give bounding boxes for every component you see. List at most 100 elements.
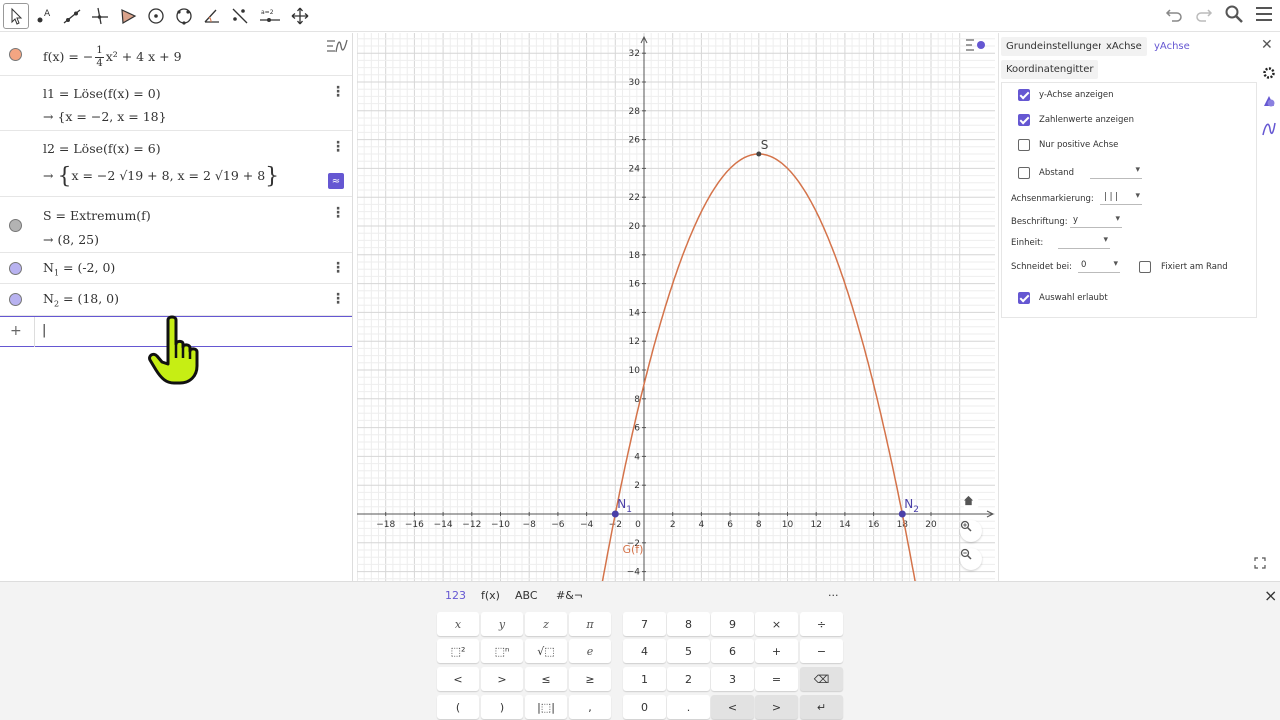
algebra-row-s[interactable]: S = Extremum(f) → (8, 25) ⋮ [0, 197, 352, 253]
key-left-3-0[interactable]: ( [437, 695, 479, 719]
keyboard-tab-symbols[interactable]: #&¬ [556, 589, 583, 602]
visibility-toggle-n2[interactable] [9, 293, 22, 306]
key-right-1-1[interactable]: 5 [667, 639, 710, 663]
key-right-1-0[interactable]: 4 [623, 639, 666, 663]
algebra-view-menu-icon[interactable] [326, 38, 348, 58]
key-left-1-2[interactable]: √⬚ [525, 639, 567, 663]
menu-icon[interactable] [1254, 4, 1274, 28]
crosses-input[interactable]: 0 [1078, 259, 1120, 273]
line-tool-icon[interactable] [59, 3, 85, 29]
solve-l1-expression[interactable]: l1 = Löse(f(x) = 0) [43, 86, 161, 101]
key-right-2-2[interactable]: 3 [711, 667, 754, 691]
point-tool-icon[interactable]: A [31, 3, 57, 29]
reflect-tool-icon[interactable] [227, 3, 253, 29]
key-right-3-2[interactable]: < [711, 695, 754, 719]
circle-tool-icon[interactable] [143, 3, 169, 29]
key-left-0-0[interactable]: x [437, 612, 479, 636]
keyboard-tab-abc[interactable]: ABC [515, 589, 538, 602]
key-right-1-4[interactable]: − [800, 639, 843, 663]
unit-select[interactable] [1058, 235, 1110, 249]
perpendicular-tool-icon[interactable] [87, 3, 113, 29]
numeric-toggle-button[interactable]: ≈ [328, 173, 344, 189]
keyboard-more-icon[interactable]: ··· [828, 589, 839, 602]
search-icon[interactable] [1224, 4, 1244, 28]
point-n1-expression[interactable]: N1 = (-2, 0) [43, 260, 115, 278]
undo-icon[interactable] [1164, 4, 1184, 28]
gear-icon[interactable] [1261, 65, 1277, 81]
function-f-expression[interactable]: f(x) = −1 4 x² + 4 x + 9 [43, 45, 182, 70]
angle-tool-icon[interactable] [199, 3, 225, 29]
visibility-toggle-f[interactable] [9, 48, 22, 61]
key-left-2-0[interactable]: < [437, 667, 479, 691]
algebra-row-l2[interactable]: l2 = Löse(f(x) = 6) → {x = −2 √19 + 8, x… [0, 131, 352, 197]
key-right-0-4[interactable]: ÷ [800, 612, 843, 636]
redo-icon[interactable] [1194, 4, 1214, 28]
more-options-icon[interactable]: ⋮ [331, 85, 345, 99]
algebra-row-l1[interactable]: l1 = Löse(f(x) = 0) → {x = −2, x = 18} ⋮ [0, 76, 352, 131]
visibility-toggle-s[interactable] [9, 219, 22, 232]
graph-canvas[interactable]: −18 −16 −14 −12 −10 −8 −6 −4 −2 0 2 4 6 8 10 12 14 16 18 20… [357, 33, 995, 581]
more-options-icon[interactable]: ⋮ [331, 206, 345, 220]
circle-three-points-tool-icon[interactable] [171, 3, 197, 29]
key-right-1-3[interactable]: + [755, 639, 798, 663]
algebra-row-n2[interactable]: N2 = (18, 0) ⋮ [0, 284, 352, 316]
label-select[interactable]: y [1070, 214, 1122, 228]
key-right-0-0[interactable]: 7 [623, 612, 666, 636]
more-options-icon[interactable]: ⋮ [331, 261, 345, 275]
function-settings-icon[interactable] [1261, 121, 1277, 137]
key-left-1-1[interactable]: ⬚ⁿ [481, 639, 523, 663]
solve-l2-expression[interactable]: l2 = Löse(f(x) = 6) [43, 141, 161, 156]
algebra-row-f[interactable]: f(x) = −1 4 x² + 4 x + 9 [0, 33, 352, 76]
key-left-2-1[interactable]: > [481, 667, 523, 691]
slider-tool-icon[interactable]: a=2 [255, 3, 285, 29]
show-y-axis-checkbox[interactable] [1018, 89, 1030, 101]
positive-axis-checkbox[interactable] [1018, 139, 1030, 151]
point-n2-expression[interactable]: N2 = (18, 0) [43, 291, 119, 309]
key-left-3-2[interactable]: |⬚| [525, 695, 567, 719]
keyboard-close-icon[interactable]: × [1264, 586, 1277, 605]
add-icon[interactable]: + [10, 323, 22, 339]
key-left-1-3[interactable]: e [569, 639, 611, 663]
key-left-2-2[interactable]: ≤ [525, 667, 567, 691]
key-right-3-4[interactable]: ↵ [800, 695, 843, 719]
distance-checkbox[interactable] [1018, 167, 1030, 179]
more-options-icon[interactable]: ⋮ [331, 140, 345, 154]
algebra-row-n1[interactable]: N1 = (-2, 0) ⋮ [0, 253, 352, 284]
key-right-0-1[interactable]: 8 [667, 612, 710, 636]
show-numbers-checkbox[interactable] [1018, 114, 1030, 126]
fullscreen-icon[interactable] [1254, 554, 1266, 573]
key-left-3-1[interactable]: ) [481, 695, 523, 719]
distance-select[interactable] [1090, 165, 1142, 179]
key-right-2-0[interactable]: 1 [623, 667, 666, 691]
key-right-3-3[interactable]: > [755, 695, 798, 719]
close-settings-icon[interactable]: ✕ [1261, 37, 1273, 53]
key-right-0-3[interactable]: × [755, 612, 798, 636]
move-view-tool-icon[interactable] [287, 3, 313, 29]
key-right-3-0[interactable]: 0 [623, 695, 666, 719]
key-left-0-1[interactable]: y [481, 612, 523, 636]
visibility-toggle-n1[interactable] [9, 262, 22, 275]
home-icon[interactable] [963, 495, 979, 511]
algebra-input-field[interactable]: | [42, 323, 46, 338]
key-right-2-4[interactable]: ⌫ [800, 667, 843, 691]
polygon-tool-icon[interactable] [115, 3, 141, 29]
fixed-edge-checkbox[interactable] [1139, 261, 1151, 273]
graphics-view[interactable]: −18 −16 −14 −12 −10 −8 −6 −4 −2 0 2 4 6 8 10 12 14 16 18 20… [357, 33, 995, 581]
key-right-1-2[interactable]: 6 [711, 639, 754, 663]
graphics-settings-icon[interactable] [1261, 93, 1277, 109]
key-left-1-0[interactable]: ⬚² [437, 639, 479, 663]
key-left-3-3[interactable]: , [569, 695, 611, 719]
key-left-0-3[interactable]: π [569, 612, 611, 636]
keyboard-tab-fx[interactable]: f(x) [481, 589, 500, 602]
key-right-2-3[interactable]: = [755, 667, 798, 691]
tab-yachse[interactable]: yAchse [1149, 37, 1195, 56]
key-left-0-2[interactable]: z [525, 612, 567, 636]
selection-allowed-checkbox[interactable] [1018, 292, 1030, 304]
tab-koordinatengitter[interactable]: Koordinatengitter [1001, 60, 1099, 79]
zoom-out-icon[interactable] [960, 548, 982, 570]
key-right-3-1[interactable]: . [667, 695, 710, 719]
more-options-icon[interactable]: ⋮ [331, 292, 345, 306]
tab-grundeinstellungen[interactable]: Grundeinstellungen [1001, 37, 1110, 56]
move-tool-icon[interactable] [3, 3, 29, 29]
key-left-2-3[interactable]: ≥ [569, 667, 611, 691]
